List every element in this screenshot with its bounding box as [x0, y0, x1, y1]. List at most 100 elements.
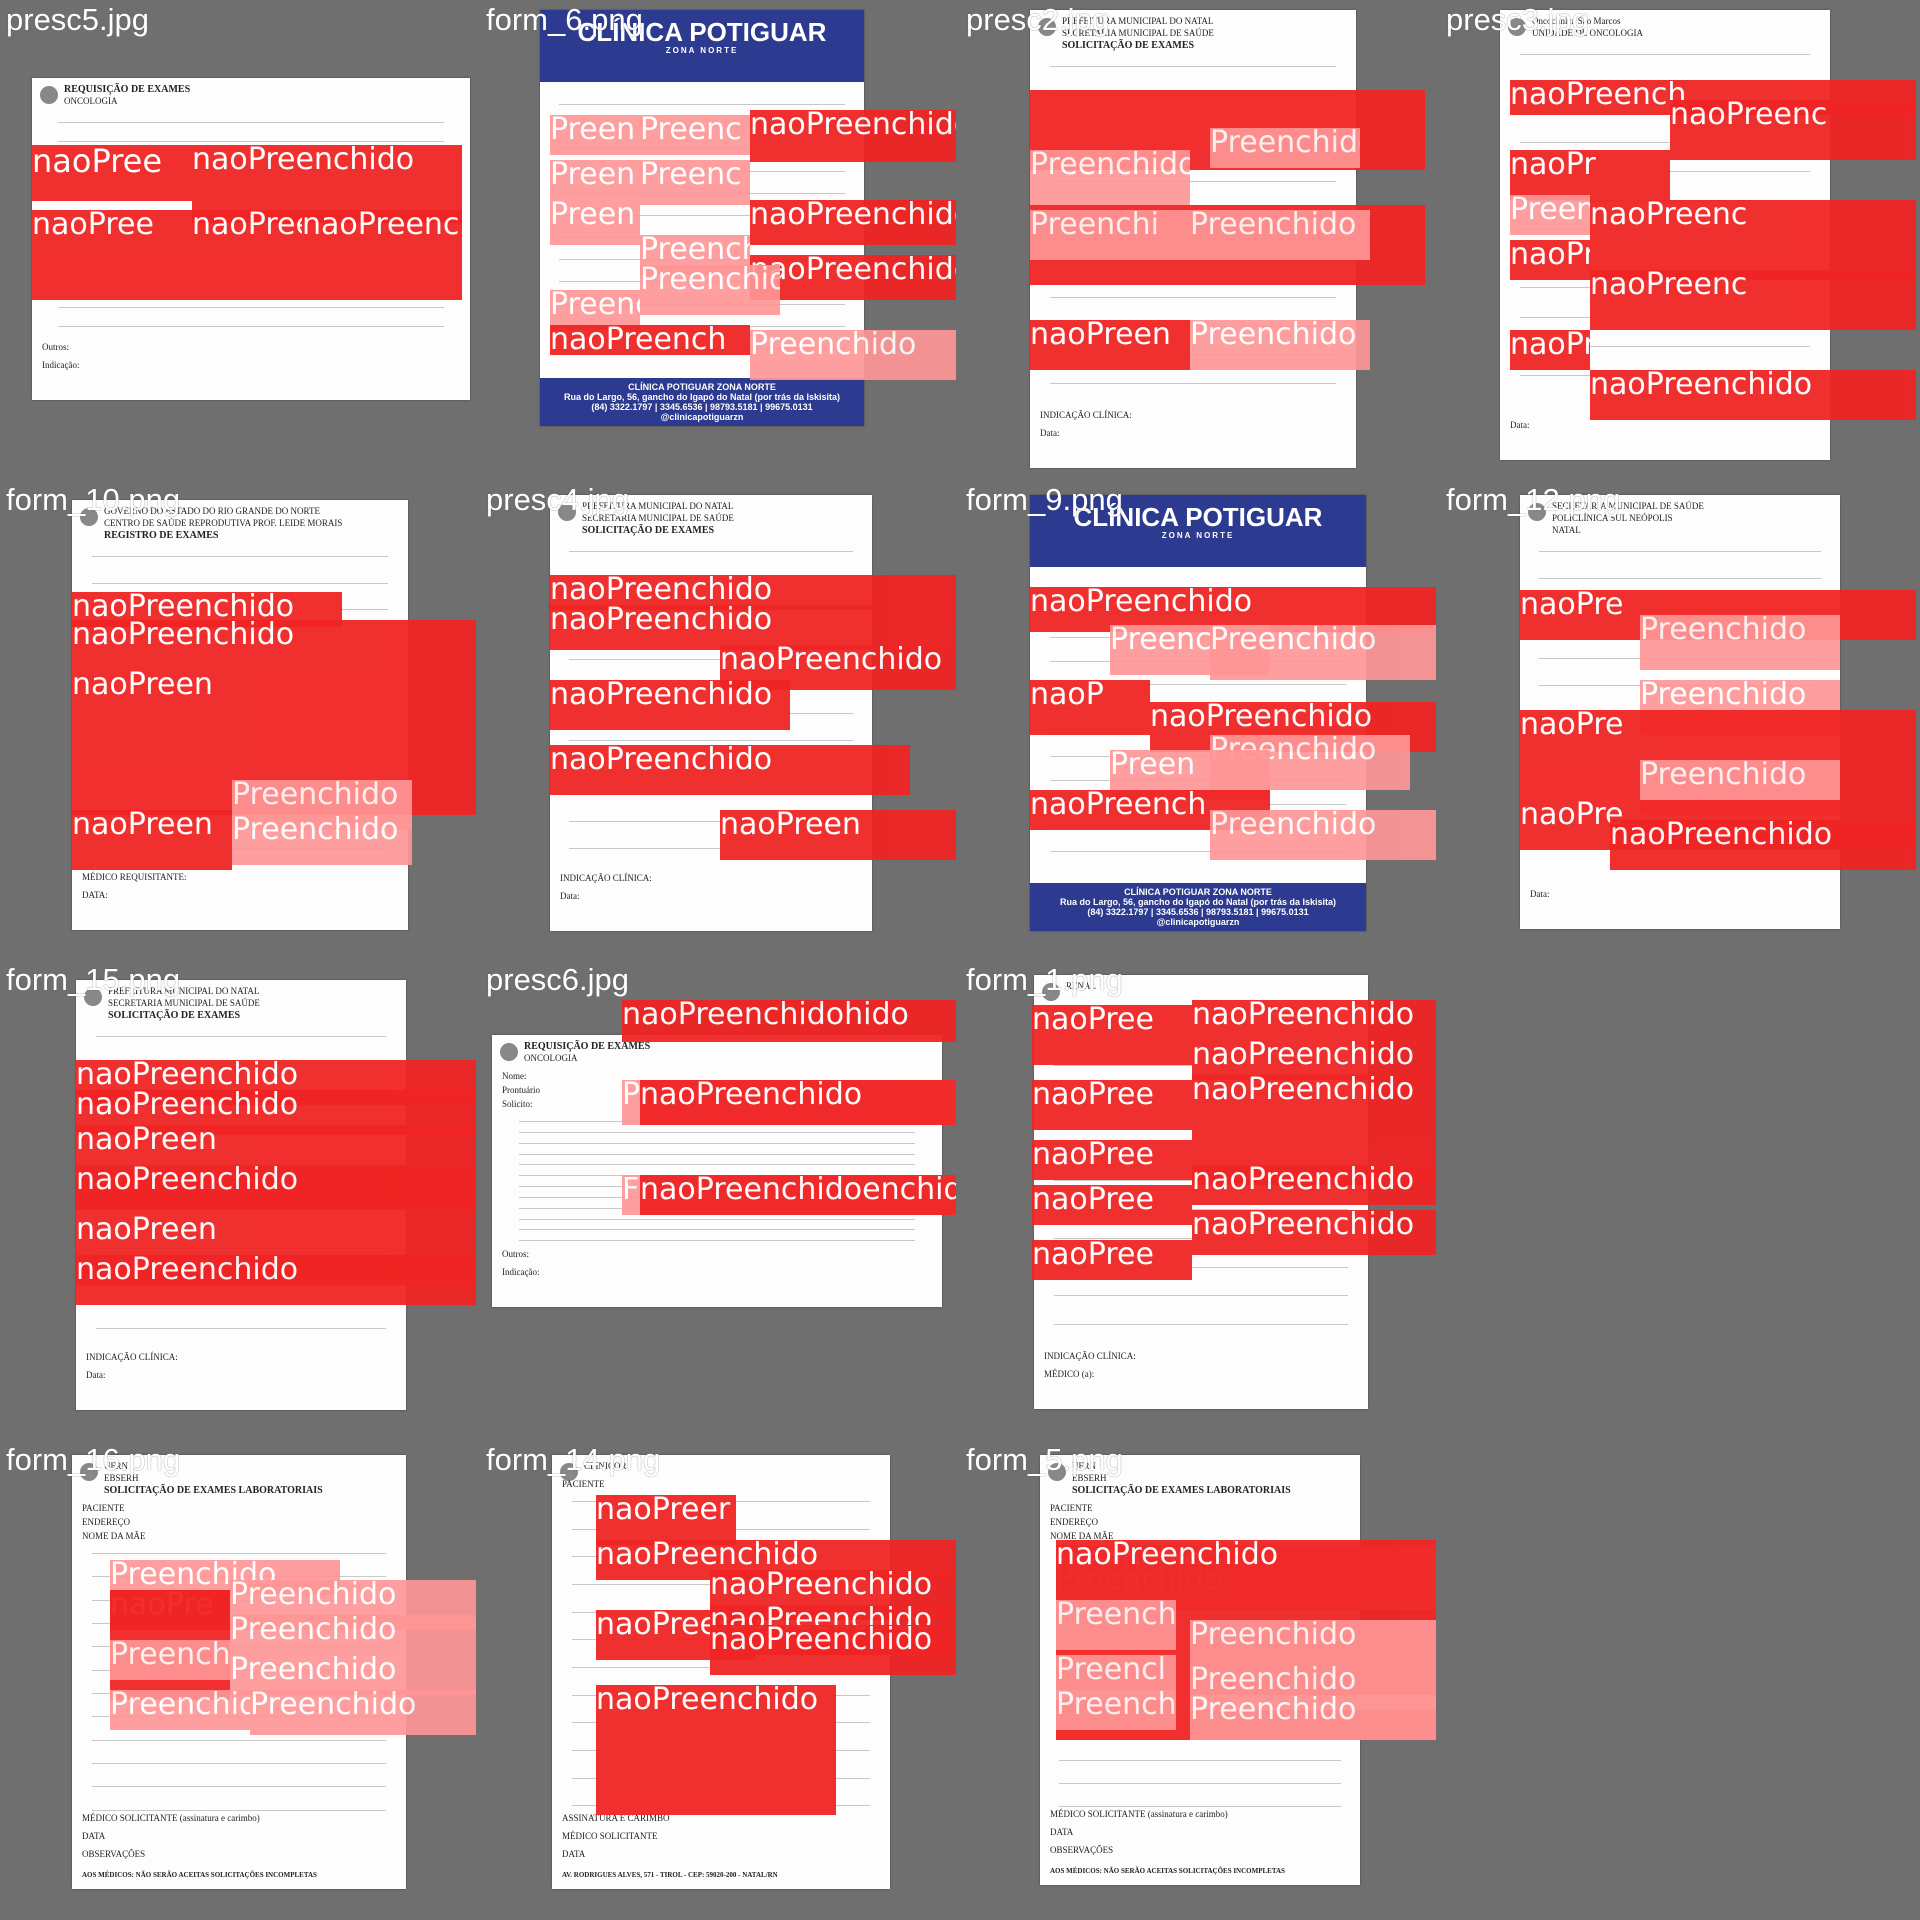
- clinic-footer: CLÍNICA POTIGUAR ZONA NORTE Rua do Largo,…: [1030, 883, 1366, 931]
- image-tile: RENAL INDICAÇÃO CLÍNICA: MÉDICO (a): naoPre…: [960, 960, 1436, 1436]
- form-line: [92, 1809, 386, 1811]
- header-text: SOLICITAÇÃO DE EXAMES: [582, 525, 715, 536]
- footer-field-label: DATA: [1050, 1827, 1074, 1837]
- form-line: [569, 551, 853, 552]
- footer-field-label: MÉDICO (a):: [1044, 1369, 1095, 1379]
- form-line: [1539, 551, 1821, 552]
- form-line: [58, 122, 444, 123]
- nao-preenchido-box: naoPreenchido: [750, 110, 956, 162]
- footer-line: CLÍNICA POTIGUAR ZONA NORTE: [628, 382, 776, 392]
- footer-line: @clinicapotiguarzn: [1156, 917, 1240, 927]
- preenchido-box: Preenchido: [750, 330, 956, 380]
- footer-field-label: INDICAÇÃO CLÍNICA:: [1044, 1351, 1136, 1361]
- footer-line: (84) 3322.1797 | 3345.6536 | 98793.5181 …: [1087, 907, 1309, 917]
- institution-logo-icon: [40, 86, 58, 104]
- image-tile: GOVERNO DO ESTADO DO RIO GRANDE DO NORTE…: [0, 480, 476, 956]
- header-text: CENTRO DE SAÚDE REPRODUTIVA PROF. LEIDE …: [104, 518, 343, 528]
- preenchido-box: Preen: [1510, 195, 1590, 235]
- preenchido-box: Preen: [550, 200, 640, 245]
- form-line: [519, 1218, 915, 1220]
- footer-field-label: OBSERVAÇÕES: [1050, 1845, 1114, 1855]
- tile-filename-label: form_5.png: [966, 1442, 1123, 1477]
- header-text: REQUISIÇÃO DE EXAMES: [524, 1041, 651, 1052]
- nao-preenchido-box: naoPreenchido: [750, 255, 956, 300]
- nao-preenchido-box: naoPreenchido: [550, 680, 790, 730]
- form-line: [92, 1763, 386, 1764]
- preenchido-box: Preenchido: [1640, 615, 1840, 670]
- footer-field-label: Data:: [1530, 889, 1550, 899]
- form-line: [92, 556, 388, 557]
- form-line: [1054, 1295, 1348, 1297]
- nao-preenchido-box: naoPr: [1510, 240, 1590, 280]
- tile-filename-label: presc4.jpg: [486, 482, 630, 517]
- form-line: [519, 1142, 915, 1144]
- footer-field-label: DATA: [82, 1831, 106, 1841]
- form-field-label: PACIENTE: [562, 1479, 605, 1489]
- nao-preenchido-box: naoPreenc: [1590, 200, 1916, 280]
- tile-filename-label: form_9.png: [966, 482, 1123, 517]
- form-line: [1049, 296, 1337, 298]
- form-line: [1059, 1760, 1341, 1761]
- image-tile: PREFEITURA MUNICIPAL DO NATAL SECRETARIA …: [960, 0, 1436, 476]
- footer-field-label: INDICAÇÃO CLÍNICA:: [86, 1352, 178, 1362]
- form-line: [569, 740, 853, 741]
- tile-filename-label: form_15.png: [6, 962, 181, 997]
- preenchido-box: Preenchido: [1210, 810, 1436, 860]
- form-line: [1059, 1783, 1341, 1784]
- nao-preenchido-box: naoPree: [1032, 1140, 1192, 1180]
- banner-subtitle: ZONA NORTE: [1161, 531, 1235, 540]
- form-field-label: PACIENTE: [82, 1503, 125, 1513]
- footer-field-label: Data:: [1040, 428, 1060, 438]
- header-text: ONCOLOGIA: [524, 1053, 578, 1063]
- image-tile: PREFEITURA MUNICIPAL DO NATAL SECRETARIA …: [0, 960, 476, 1436]
- tile-filename-label: form_12.png: [1446, 482, 1621, 517]
- footer-field-label: Data:: [86, 1370, 106, 1380]
- nao-preenchido-box: naoPreenchido: [1192, 1210, 1436, 1255]
- tile-filename-label: presc3.jpg: [1446, 2, 1590, 37]
- nao-preenchido-box: naoPreenchido: [302, 210, 462, 300]
- form-line: [92, 1553, 386, 1554]
- banner-subtitle: ZONA NORTE: [665, 46, 739, 55]
- nao-preenchido-box: naoPree: [1032, 1240, 1192, 1280]
- annotation-grid: REQUISIÇÃO DE EXAMES ONCOLOGIA Outros: Indi…: [0, 0, 1920, 1920]
- nao-preenchido-box: naoPreench: [550, 325, 750, 355]
- footer-field-label: INDICAÇÃO CLÍNICA:: [560, 873, 652, 883]
- form-line: [58, 307, 444, 308]
- footer-line: @clinicapotiguarzn: [660, 412, 744, 422]
- nao-preenchido-box: naoPr: [1510, 150, 1670, 200]
- form-line: [519, 1229, 915, 1231]
- form-line: [1049, 66, 1337, 67]
- tile-filename-label: form_10.png: [6, 482, 181, 517]
- nao-preenchido-box: naoPreenchido: [550, 745, 910, 795]
- form-field-label: Prontuário: [502, 1085, 540, 1095]
- form-line: [519, 1131, 915, 1133]
- tile-filename-label: form_1.png: [966, 962, 1123, 997]
- footer-note: AOS MÉDICOS: NÃO SERÃO ACEITAS SOLICITAÇ…: [82, 1871, 317, 1879]
- preenchido-box: Preenchido: [1190, 1695, 1436, 1740]
- nao-preenchido-box: naoPree: [1032, 1080, 1192, 1130]
- form-field-label: ENDEREÇO: [82, 1517, 130, 1527]
- form-line: [519, 1153, 915, 1155]
- image-tile: UFRN EBSERH SOLICITAÇÃO DE EXAMES LABORATO…: [960, 1440, 1436, 1916]
- preenchido-box: Preench: [1056, 1600, 1176, 1650]
- form-field-label: PACIENTE: [1050, 1503, 1093, 1513]
- preenchido-box: Preenc: [550, 290, 640, 330]
- header-text: SOLICITAÇÃO DE EXAMES LABORATORIAIS: [104, 1485, 323, 1496]
- nao-preenchido-box: naoPreenchido: [1192, 1040, 1436, 1080]
- footer-field-label: Outros:: [502, 1249, 529, 1259]
- preenchido-box: Preenchi: [1030, 210, 1190, 260]
- footer-field-label: Indicação:: [42, 360, 80, 370]
- nao-preenchido-box: naoPreenchido: [596, 1685, 836, 1815]
- form-line: [92, 1739, 386, 1741]
- form-line: [1054, 1324, 1348, 1326]
- form-field-label: Solicito:: [502, 1099, 533, 1109]
- preenchido-box: Preenc: [640, 160, 750, 205]
- footer-field-label: Indicação:: [502, 1267, 540, 1277]
- image-tile: CLÍNICA POTIGUAR ZONA NORTE CLÍNICA POTIGU…: [480, 0, 956, 476]
- nao-preenchido-box: naoPreenchido: [72, 620, 476, 670]
- image-tile: Oncoclínica São Marcos UNIDADE DE ONCOLOG…: [1440, 0, 1916, 476]
- footer-field-label: Data:: [560, 891, 580, 901]
- preenchido-box: Preenchido: [230, 1615, 476, 1655]
- preenchido-box: Preenchido: [110, 1690, 250, 1730]
- form-line: [95, 1036, 387, 1037]
